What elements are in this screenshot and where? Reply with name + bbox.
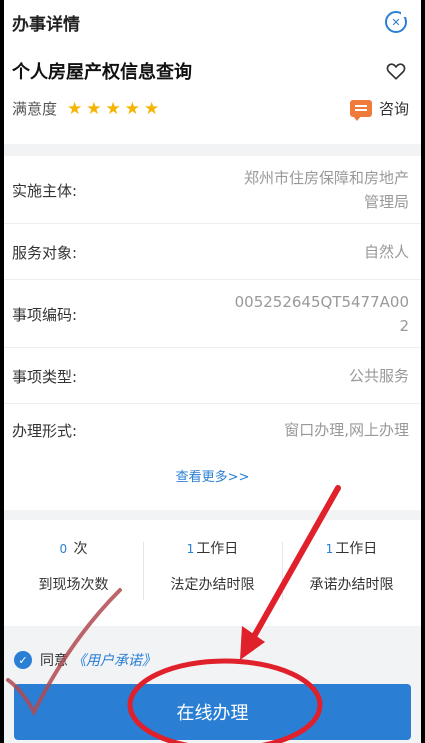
chat-bubble-icon: [349, 100, 372, 121]
stat-visits: 0 次 到现场次数: [4, 520, 143, 626]
close-icon[interactable]: ✕: [385, 10, 408, 33]
detail-value: 自然人: [363, 243, 409, 261]
star-icon: ★: [86, 99, 102, 119]
detail-label: 事项编码:: [12, 306, 78, 324]
online-handle-button[interactable]: 在线办理: [14, 684, 411, 740]
detail-value: 公共服务: [348, 367, 409, 385]
agreement-row: ✓ 同意 《用户承诺》: [14, 650, 156, 670]
stat-label: 法定办结时限: [170, 577, 255, 593]
detail-label: 办理形式:: [12, 422, 78, 440]
stat-number: 1: [186, 542, 195, 556]
satisfaction-label: 满意度: [12, 100, 58, 118]
header-bar: 办事详情 ✕: [4, 0, 421, 44]
agree-label: 同意: [40, 653, 68, 669]
consult-button[interactable]: 咨询: [349, 98, 409, 121]
stat-label: 到现场次数: [38, 577, 109, 593]
star-icon: ★: [67, 99, 83, 119]
detail-row-target: 服务对象: 自然人: [4, 224, 421, 280]
stats-card: 0 次 到现场次数 1 工作日 法定办结时限 1 工作日 承诺办结时限: [4, 520, 421, 626]
detail-value: 005252645QT5477A00 2: [234, 293, 409, 335]
stat-label: 承诺办结时限: [309, 577, 394, 593]
detail-value: 郑州市住房保障和房地产 管理局: [243, 169, 409, 211]
service-card: 个人房屋产权信息查询 满意度 ★ ★ ★ ★ ★ 咨询: [4, 44, 421, 144]
page-title: 办事详情: [12, 14, 80, 35]
service-title: 个人房屋产权信息查询: [12, 62, 192, 83]
user-commitment-link[interactable]: 《用户承诺》: [72, 650, 156, 670]
phone-screen: 办事详情 ✕ 个人房屋产权信息查询 满意度 ★ ★ ★ ★ ★ 咨询 实施主体: 郑州市…: [4, 0, 421, 743]
satisfaction-row: 满意度 ★ ★ ★ ★ ★: [12, 98, 163, 119]
star-rating: ★ ★ ★ ★ ★: [67, 99, 163, 118]
stat-number: 0: [59, 542, 68, 556]
star-icon: ★: [124, 99, 141, 119]
heart-icon[interactable]: [385, 60, 407, 82]
detail-row-implementer: 实施主体: 郑州市住房保障和房地产 管理局: [4, 156, 421, 224]
details-card: 实施主体: 郑州市住房保障和房地产 管理局 服务对象: 自然人 事项编码: 00…: [4, 156, 421, 510]
stat-promised-limit: 1 工作日 承诺办结时限: [282, 520, 421, 626]
view-more-link[interactable]: 查看更多>>: [4, 466, 421, 485]
stat-unit: 次: [73, 541, 88, 557]
detail-row-code: 事项编码: 005252645QT5477A00 2: [4, 280, 421, 348]
star-icon: ★: [105, 99, 121, 119]
stat-unit: 工作日: [335, 541, 378, 557]
stat-legal-limit: 1 工作日 法定办结时限: [143, 520, 282, 626]
star-icon: ★: [144, 99, 160, 119]
detail-label: 服务对象:: [12, 244, 78, 262]
consult-label: 咨询: [378, 100, 409, 118]
detail-label: 事项类型:: [12, 368, 78, 386]
detail-row-type: 事项类型: 公共服务: [4, 348, 421, 404]
detail-row-form: 办理形式: 窗口办理,网上办理: [4, 404, 421, 460]
detail-value: 窗口办理,网上办理: [284, 421, 409, 439]
detail-label: 实施主体:: [12, 182, 78, 200]
stat-number: 1: [325, 542, 334, 556]
stat-unit: 工作日: [196, 541, 239, 557]
agree-checkbox[interactable]: ✓: [14, 651, 32, 669]
